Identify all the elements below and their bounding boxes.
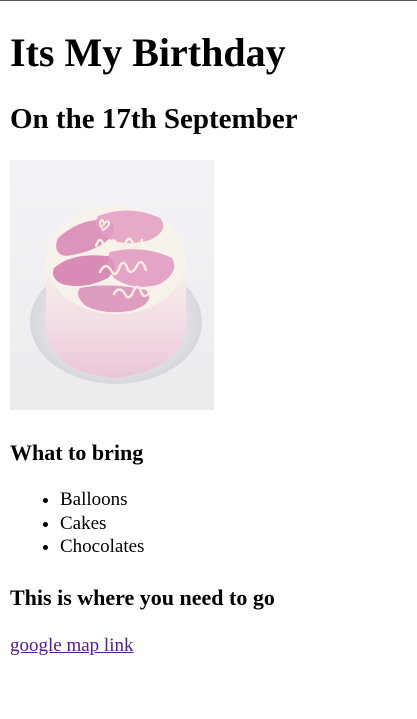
page-container: Its My Birthday On the 17th September Wh… — [0, 30, 417, 658]
bring-heading: What to bring — [10, 440, 144, 465]
location-heading: This is where you need to go — [10, 584, 275, 610]
list-item: Chocolates — [60, 535, 407, 559]
birthday-cake-image — [10, 160, 214, 410]
bring-list: Balloons Cakes Chocolates — [10, 488, 407, 559]
page-subtitle: On the 17th September — [10, 103, 298, 135]
google-map-link[interactable]: google map link — [10, 634, 133, 658]
page-title: Its My Birthday — [10, 30, 286, 75]
list-item: Cakes — [60, 512, 407, 536]
list-item: Balloons — [60, 488, 407, 512]
